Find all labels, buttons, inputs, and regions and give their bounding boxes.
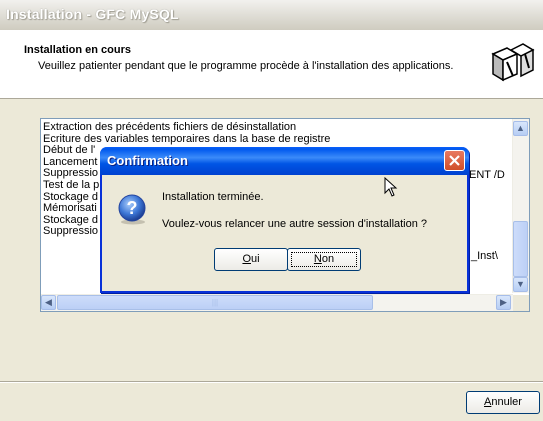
chevron-down-icon: ▼ [516,279,525,289]
header-subtitle: Veuillez patienter pendant que le progra… [38,60,454,72]
scrollbar-corner [513,295,529,311]
chevron-up-icon: ▲ [516,123,525,133]
chevron-left-icon: ◀ [45,297,52,307]
dialog-close-button[interactable] [444,150,465,171]
horizontal-scrollbar[interactable]: ◀ ||| ▶ [41,294,513,311]
log-line: Ecriture des variables temporaires dans … [43,132,331,145]
window-title: Installation - GFC MySQL [6,6,179,22]
log-line: Extraction des précédents fichiers de dé… [43,121,297,133]
dialog-message-question: Voulez-vous relancer une autre session d… [162,218,428,230]
question-icon: ? [118,194,146,225]
grip-icon: ||| [211,298,219,307]
vertical-scroll-thumb[interactable] [513,221,528,277]
scroll-left-button[interactable]: ◀ [41,295,56,310]
setup-boxes-icon [491,43,535,82]
yes-button-label: ui [251,253,260,265]
scroll-right-button[interactable]: ▶ [496,295,511,310]
footer-divider [0,381,543,383]
dialog-title-bar[interactable]: Confirmation [100,147,469,175]
close-icon [449,155,460,166]
log-line-fragment: _Inst\ [471,250,498,262]
mouse-pointer-icon [384,177,398,197]
cancel-button[interactable]: Annuler [466,391,540,414]
focus-rectangle [291,252,357,267]
yes-button-hotkey: O [242,253,251,265]
horizontal-scroll-thumb[interactable]: ||| [57,295,373,310]
no-button[interactable]: Non [287,248,361,271]
chevron-right-icon: ▶ [500,297,507,307]
vertical-scrollbar[interactable]: ▲ ▼ [512,119,529,293]
scroll-down-button[interactable]: ▼ [513,277,528,292]
title-bar[interactable]: Installation - GFC MySQL [0,0,543,31]
cancel-button-label: nnuler [491,396,522,408]
dialog-message-status: Installation terminée. [162,191,264,203]
svg-text:?: ? [127,198,138,218]
header-panel: Installation en cours Veuillez patienter… [0,30,543,99]
header-title: Installation en cours [24,44,131,56]
dialog-title: Confirmation [107,153,188,168]
confirmation-dialog: Confirmation ? Installation terminée. Vo… [100,147,469,293]
yes-button[interactable]: Oui [214,248,288,271]
scroll-up-button[interactable]: ▲ [513,121,528,136]
log-line-fragment: ENT /D [469,169,505,181]
